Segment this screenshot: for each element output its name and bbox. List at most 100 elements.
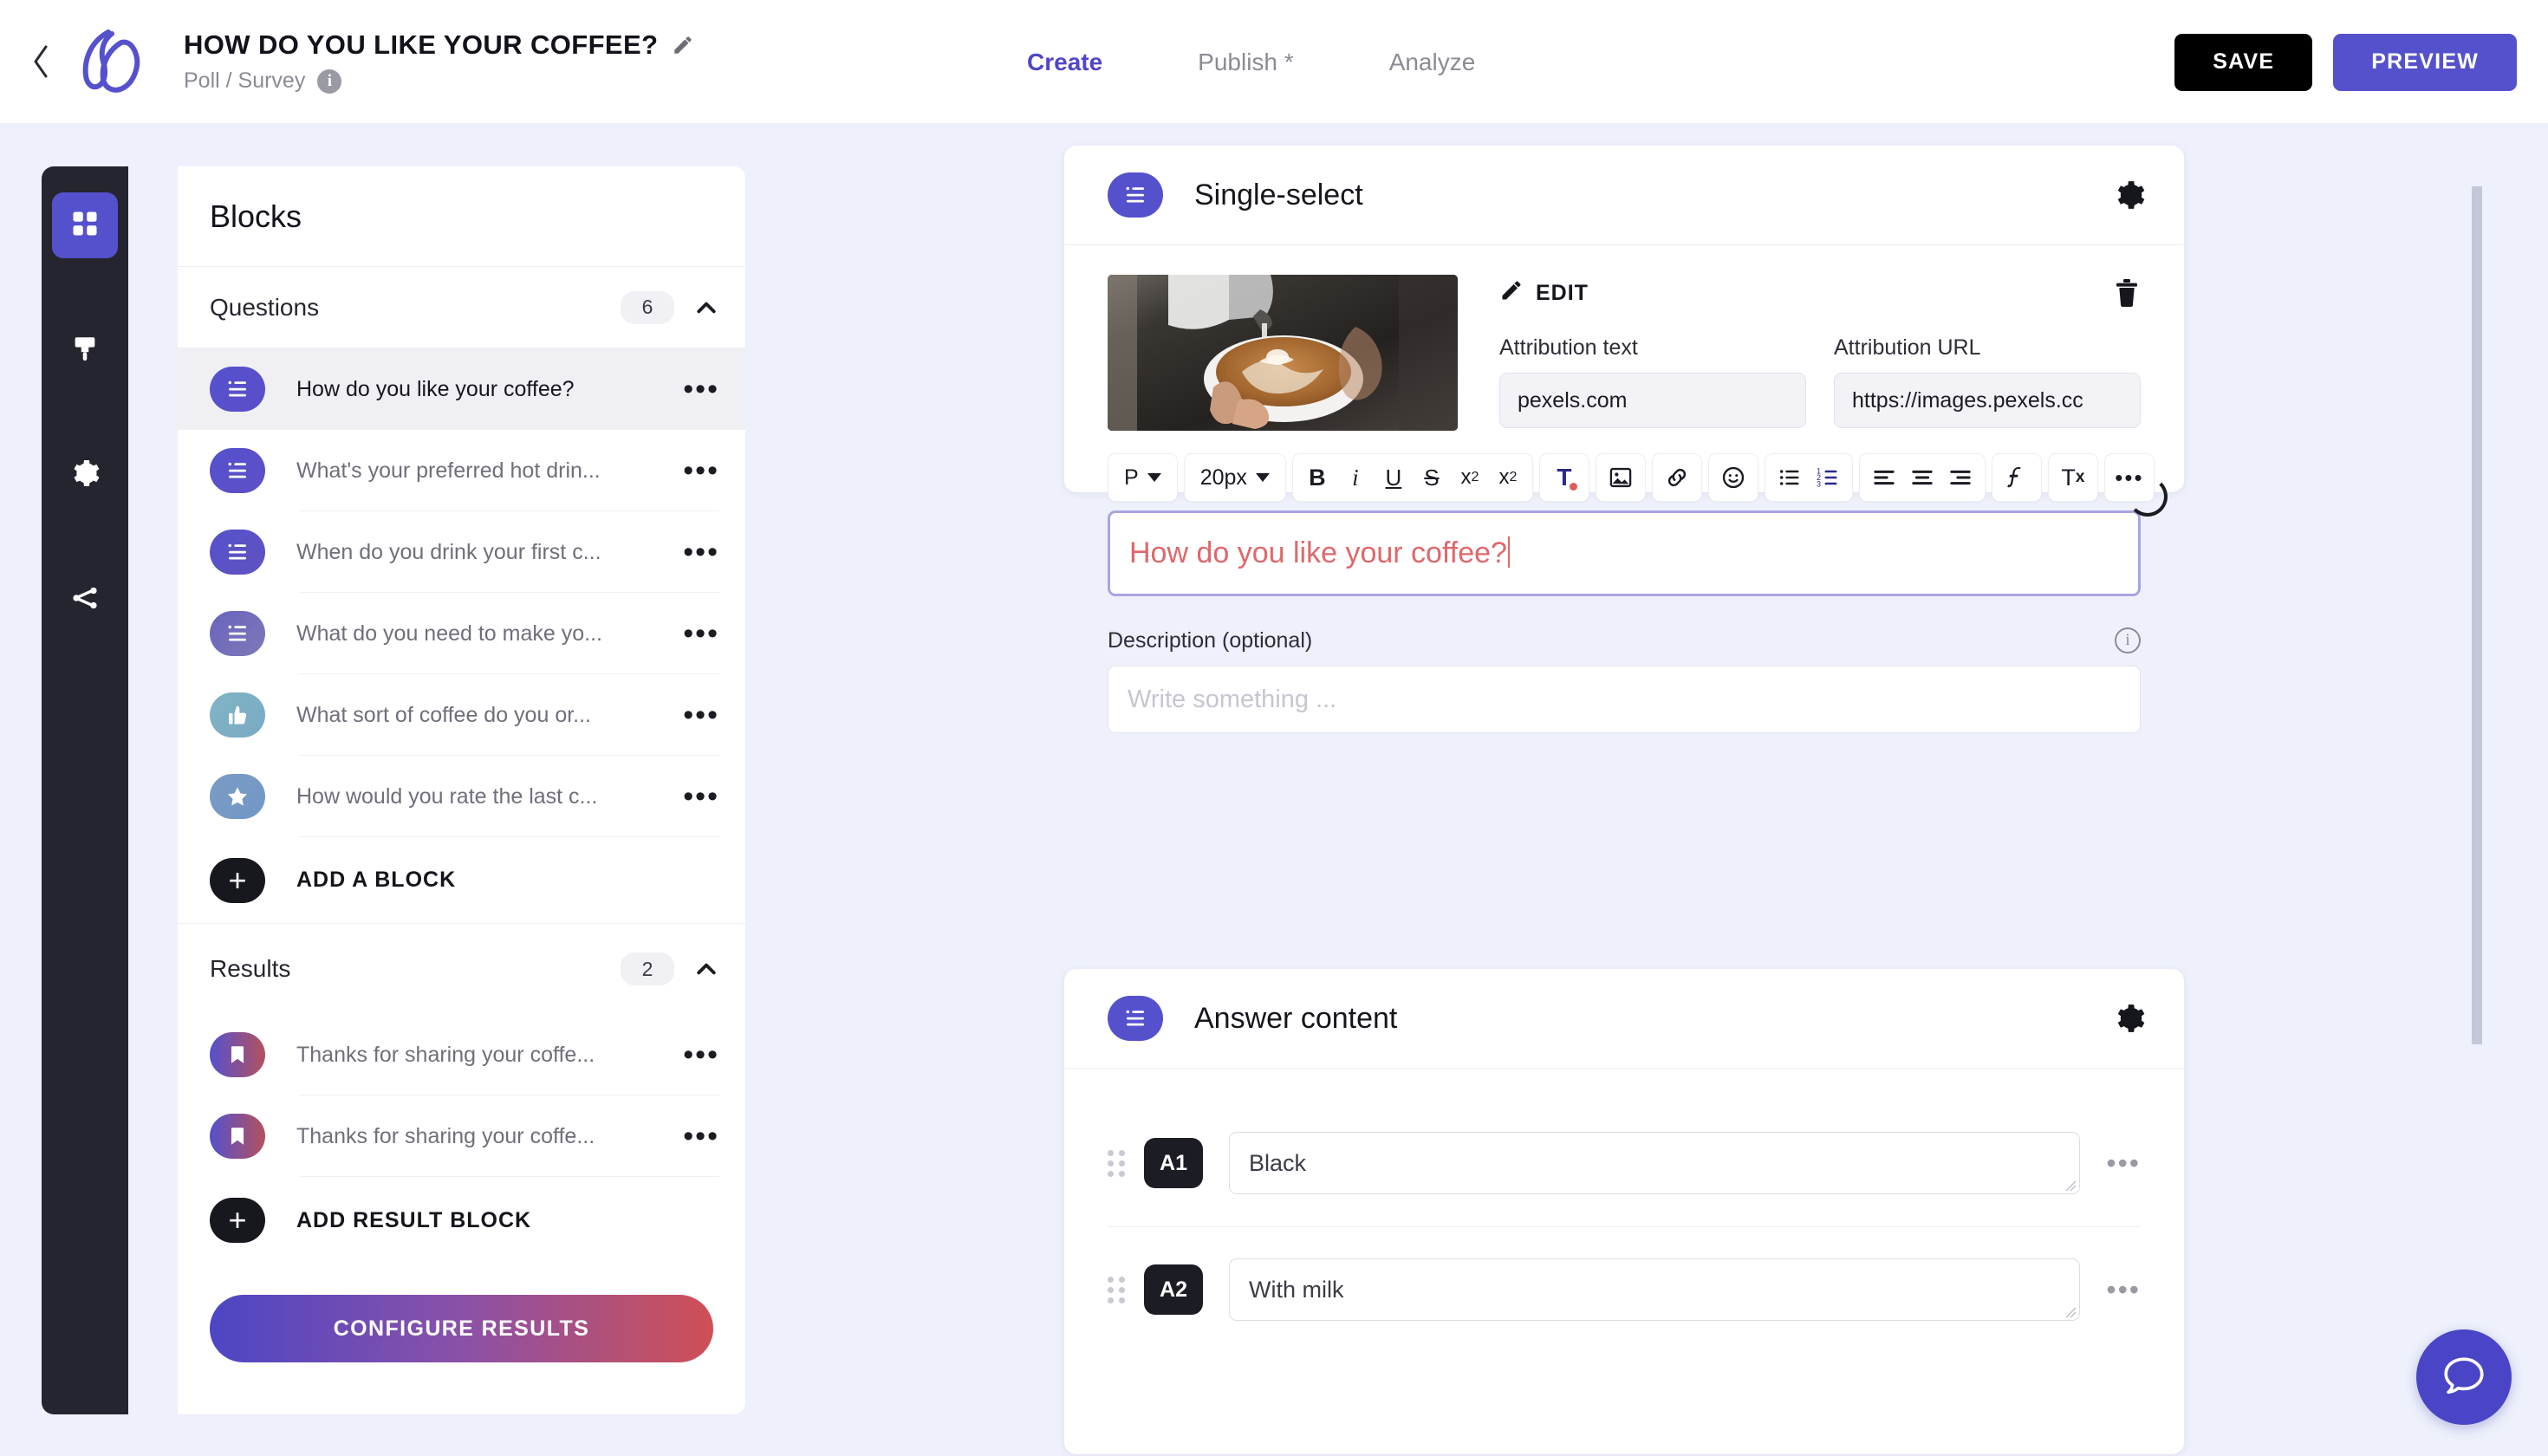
question-list-item-label: When do you drink your first c... — [296, 539, 601, 564]
question-list-item-2[interactable]: What's your preferred hot drin... ••• — [178, 430, 745, 511]
question-item-menu-icon[interactable]: ••• — [671, 700, 719, 730]
drag-handle-icon[interactable] — [1108, 1149, 1125, 1177]
current-color-swatch — [1569, 483, 1577, 491]
attribution-text-input[interactable] — [1499, 373, 1806, 428]
svg-text:3: 3 — [1817, 480, 1821, 489]
configure-results-button[interactable]: CONFIGURE RESULTS — [210, 1295, 713, 1362]
rail-item-blocks[interactable] — [52, 192, 118, 258]
question-list-item-6[interactable]: How would you rate the last c... ••• — [178, 756, 745, 837]
italic-button[interactable]: i — [1336, 458, 1375, 497]
question-list-item-3[interactable]: When do you drink your first c... ••• — [178, 511, 745, 593]
link-icon[interactable] — [1658, 458, 1696, 497]
rich-text-toolbar: P 20px B i U S x2 x2 T 1 2 3 T x ••• — [1108, 453, 2168, 517]
subscript-button[interactable]: x2 — [1489, 458, 1527, 497]
variable-group — [1991, 453, 2042, 502]
question-item-menu-icon[interactable]: ••• — [671, 537, 719, 567]
underline-button[interactable]: U — [1375, 458, 1413, 497]
description-input[interactable]: Write something ... — [1108, 666, 2141, 733]
answer-content-card-header: Answer content — [1064, 969, 2184, 1069]
bullet-list-icon[interactable] — [1771, 458, 1809, 497]
results-section-header[interactable]: Results 2 — [178, 924, 745, 1014]
questions-count-badge: 6 — [621, 290, 674, 324]
rail-item-design[interactable] — [52, 317, 118, 383]
clear-formatting-button[interactable]: Tx — [2054, 458, 2092, 497]
variable-f-icon[interactable] — [1998, 458, 2036, 497]
answer-row-menu-icon-2[interactable]: ••• — [2106, 1276, 2141, 1303]
question-list-item-5[interactable]: What sort of coffee do you or... ••• — [178, 674, 745, 756]
question-list-item-1[interactable]: How do you like your coffee? ••• — [178, 348, 745, 430]
info-icon[interactable]: i — [2115, 627, 2141, 653]
add-result-block-button[interactable]: + ADD RESULT BLOCK — [178, 1177, 745, 1264]
tab-analyze[interactable]: Analyze — [1389, 49, 1476, 76]
project-type-label: Poll / Survey — [184, 68, 306, 93]
question-list-item-label: How would you rate the last c... — [296, 783, 598, 809]
results-section-title: Results — [210, 955, 291, 982]
result-item-menu-icon[interactable]: ••• — [671, 1121, 719, 1151]
preview-button[interactable]: PREVIEW — [2333, 33, 2517, 91]
tab-create[interactable]: Create — [1027, 49, 1102, 76]
align-right-icon[interactable] — [1941, 458, 1979, 497]
question-item-menu-icon[interactable]: ••• — [671, 619, 719, 648]
edit-image-button[interactable]: EDIT — [1499, 278, 1589, 309]
gear-icon[interactable] — [2113, 179, 2146, 211]
answer-input-a1[interactable] — [1229, 1132, 2081, 1194]
tab-publish[interactable]: Publish * — [1198, 49, 1294, 76]
add-a-block-button[interactable]: + ADD A BLOCK — [178, 837, 745, 924]
star-icon — [210, 774, 265, 819]
question-item-menu-icon[interactable]: ••• — [671, 374, 719, 404]
result-item-menu-icon[interactable]: ••• — [671, 1040, 719, 1069]
emoji-icon[interactable] — [1714, 458, 1752, 497]
blocks-heading: Blocks — [210, 198, 302, 234]
paintbrush-icon — [70, 334, 100, 367]
numbered-list-icon[interactable]: 123 — [1809, 458, 1847, 497]
more-options-button[interactable]: ••• — [2110, 458, 2148, 497]
result-list-item-1[interactable]: Thanks for sharing your coffe... ••• — [178, 1014, 745, 1095]
rail-item-logic[interactable] — [52, 567, 118, 633]
save-button[interactable]: SAVE — [2174, 33, 2313, 91]
gear-icon[interactable] — [2113, 1002, 2146, 1035]
answer-input-a2[interactable] — [1229, 1258, 2081, 1321]
question-list-item-4[interactable]: What do you need to make yo... ••• — [178, 593, 745, 674]
chevron-up-icon[interactable] — [693, 295, 719, 321]
bold-button[interactable]: B — [1298, 458, 1336, 497]
text-color-button[interactable]: T — [1545, 458, 1583, 497]
edit-image-label: EDIT — [1536, 280, 1589, 305]
text-format-group: B i U S x2 x2 — [1291, 453, 1533, 502]
chevron-up-icon[interactable] — [693, 956, 719, 982]
attribution-url-input[interactable] — [1834, 373, 2141, 428]
coffee-photo[interactable] — [1108, 275, 1458, 431]
vertical-scrollbar-thumb[interactable] — [2472, 186, 2482, 1044]
question-text-editor[interactable]: How do you like your coffee? — [1108, 510, 2141, 596]
title-row: HOW DO YOU LIKE YOUR COFFEE? — [184, 29, 694, 61]
answer-row-menu-icon-1[interactable]: ••• — [2106, 1149, 2141, 1177]
description-placeholder: Write something ... — [1128, 685, 1337, 713]
align-left-icon[interactable] — [1865, 458, 1903, 497]
superscript-button[interactable]: x2 — [1451, 458, 1489, 497]
result-list-item-2[interactable]: Thanks for sharing your coffe... ••• — [178, 1095, 745, 1177]
thumbs-up-icon — [210, 692, 265, 738]
strikethrough-button[interactable]: S — [1413, 458, 1451, 497]
trash-icon[interactable] — [2113, 277, 2141, 309]
single-select-card: Single-select EDIT Attribution text pexe… — [1064, 146, 2184, 733]
app-logo-icon[interactable] — [69, 24, 153, 99]
question-item-menu-icon[interactable]: ••• — [671, 456, 719, 485]
single-select-card-header: Single-select — [1064, 146, 2184, 245]
align-center-icon[interactable] — [1903, 458, 1941, 497]
pencil-icon[interactable] — [672, 34, 694, 56]
image-icon[interactable] — [1602, 458, 1640, 497]
answer-input-wrapper-1 — [1229, 1132, 2081, 1194]
questions-section-header[interactable]: Questions 6 — [178, 267, 745, 348]
list-icon — [210, 611, 265, 656]
clear-format-T: T — [2061, 464, 2076, 491]
font-size-dropdown[interactable]: 20px — [1190, 458, 1280, 497]
rail-item-settings[interactable] — [52, 442, 118, 508]
chat-support-button[interactable] — [2416, 1329, 2512, 1425]
info-icon[interactable]: i — [317, 68, 342, 94]
question-item-menu-icon[interactable]: ••• — [671, 782, 719, 811]
attribution-text-group: Attribution text — [1499, 335, 1806, 428]
description-label-row: Description (optional) i — [1108, 627, 2141, 653]
back-chevron-icon[interactable] — [26, 42, 55, 81]
single-select-card-title: Single-select — [1194, 178, 1363, 211]
drag-handle-icon[interactable] — [1108, 1276, 1125, 1303]
paragraph-style-dropdown[interactable]: P — [1114, 458, 1172, 497]
